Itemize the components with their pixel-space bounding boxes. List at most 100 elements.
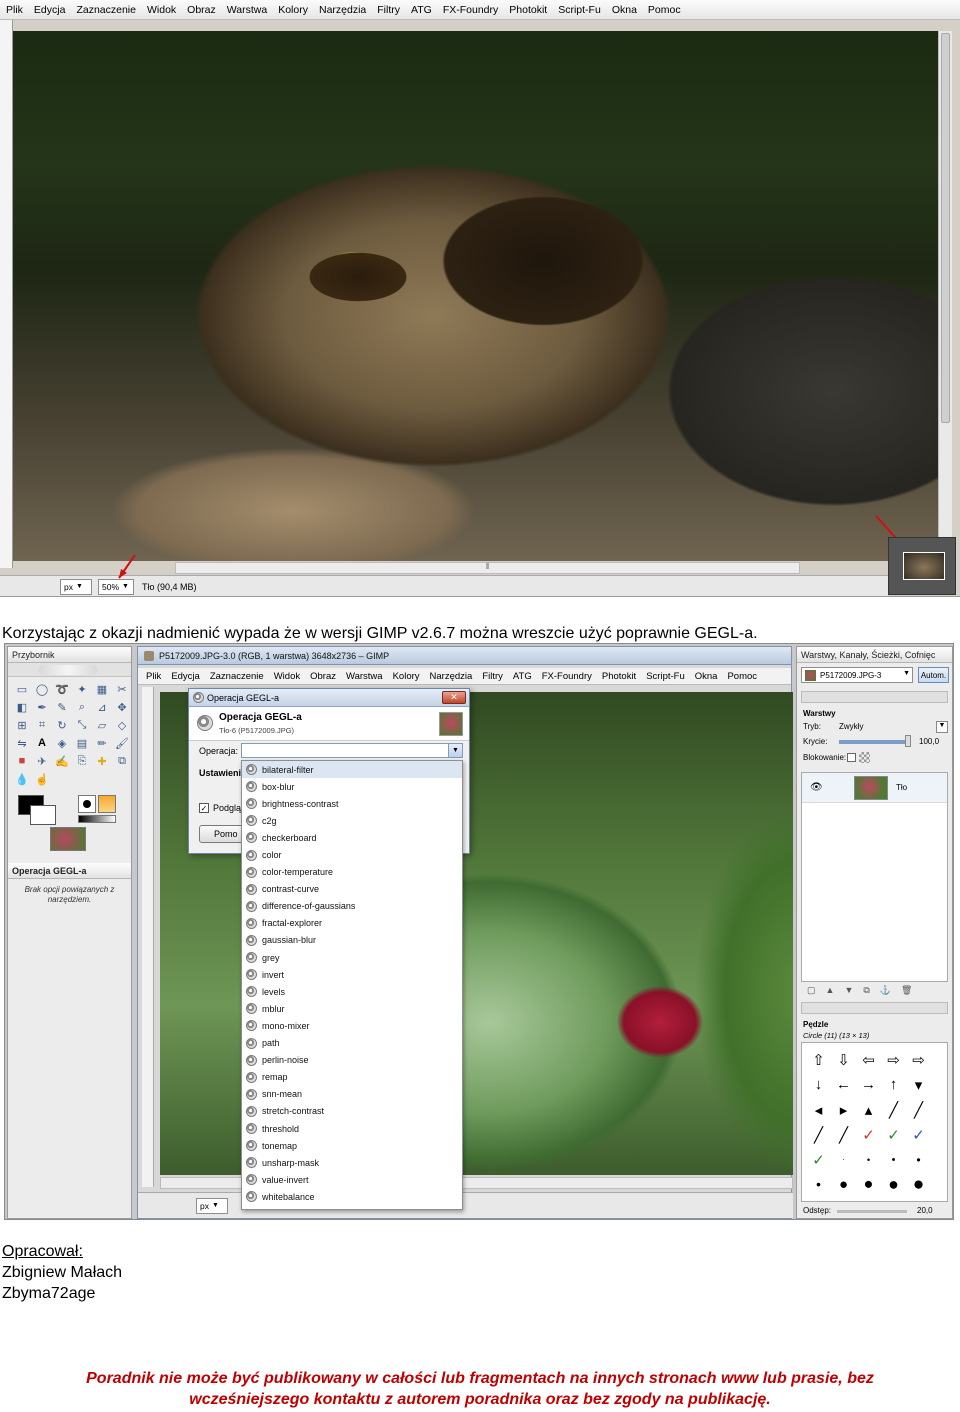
brush-icon[interactable]: ⇨ <box>881 1047 906 1072</box>
menu-item[interactable]: Filtry <box>377 4 400 16</box>
blur-icon[interactable]: 💧 <box>14 771 30 787</box>
scrollbar-thumb[interactable] <box>941 33 950 423</box>
eraser-icon[interactable]: ■ <box>14 753 30 769</box>
operation-item[interactable]: fractal-explorer <box>242 915 462 932</box>
menu-item[interactable]: Kolory <box>393 671 420 682</box>
menu-item[interactable]: Photokit <box>602 671 636 682</box>
operation-item[interactable]: threshold <box>242 1120 462 1137</box>
operation-item[interactable]: box-blur <box>242 778 462 795</box>
crop-icon[interactable]: ⌗ <box>34 717 50 733</box>
brush-icon[interactable]: ╱ <box>806 1122 831 1147</box>
ellipse-select-icon[interactable]: ◯ <box>34 681 50 697</box>
operation-item[interactable]: grey <box>242 949 462 966</box>
spacing-value[interactable]: 20,0 <box>917 1206 933 1215</box>
brush-icon[interactable]: ◂ <box>806 1097 831 1122</box>
menu-item[interactable]: Plik <box>6 4 23 16</box>
operation-item[interactable]: levels <box>242 983 462 1000</box>
zoom-icon[interactable]: ⌕ <box>74 699 90 715</box>
checkbox-checked-icon[interactable]: ✓ <box>199 803 209 813</box>
brush-icon[interactable]: ▴ <box>856 1097 881 1122</box>
operation-item[interactable]: color <box>242 846 462 863</box>
unit-select[interactable]: px ▼ <box>196 1197 228 1214</box>
brush-icon[interactable]: ↑ <box>881 1072 906 1097</box>
menu-item[interactable]: Pomoc <box>648 4 681 16</box>
menu-item[interactable]: Zaznaczenie <box>210 671 264 682</box>
wilber-drop-zone[interactable] <box>8 663 131 677</box>
color-picker-icon[interactable]: ✎ <box>54 699 70 715</box>
operation-item[interactable]: difference-of-gaussians <box>242 898 462 915</box>
auto-button[interactable]: Autom. <box>918 667 949 683</box>
menu-item[interactable]: Edycja <box>34 4 66 16</box>
brush-icon[interactable]: ✓ <box>881 1122 906 1147</box>
menu-item[interactable]: Kolory <box>278 4 308 16</box>
menu-item[interactable]: Filtry <box>482 671 503 682</box>
operation-item[interactable]: color-temperature <box>242 864 462 881</box>
background-color-swatch[interactable] <box>30 805 56 825</box>
operation-combo[interactable]: ▼ <box>241 743 463 758</box>
lock-alpha-checkbox[interactable] <box>847 753 856 762</box>
dock-tabs-lower[interactable] <box>801 1002 948 1014</box>
menu-item[interactable]: Widok <box>274 671 300 682</box>
operation-item[interactable]: snn-mean <box>242 1086 462 1103</box>
spacing-slider[interactable] <box>837 1210 907 1213</box>
menu-item[interactable]: FX-Foundry <box>542 671 592 682</box>
brush-icon[interactable]: • <box>881 1147 906 1172</box>
operation-item[interactable]: stretch-contrast <box>242 1103 462 1120</box>
duplicate-layer-icon[interactable]: ⧉ <box>863 985 869 996</box>
menu-bar[interactable]: Plik Edycja Zaznaczenie Widok Obraz Warstwa Ko… <box>138 668 791 685</box>
frog-photo-canvas[interactable] <box>13 31 938 561</box>
clone-icon[interactable]: ⎘ <box>74 753 90 769</box>
preview-checkbox[interactable]: ✓ Podglą <box>199 803 241 813</box>
ink-icon[interactable]: ✍ <box>54 753 70 769</box>
operation-item[interactable]: c2g <box>242 812 462 829</box>
menu-item[interactable]: Script-Fu <box>558 4 601 16</box>
operation-item[interactable]: checkerboard <box>242 829 462 846</box>
brush-icon[interactable]: ← <box>831 1072 856 1097</box>
operations-dropdown[interactable]: bilateral-filter box-blur brightness-contr… <box>241 760 463 1210</box>
menu-item[interactable]: Photokit <box>509 4 547 16</box>
scale-icon[interactable]: ⤡ <box>74 717 90 733</box>
perspective-icon[interactable]: ◇ <box>114 717 130 733</box>
raise-layer-icon[interactable]: ▲ <box>826 985 835 995</box>
opacity-slider-track[interactable] <box>839 740 909 744</box>
flip-icon[interactable]: ⇋ <box>14 735 30 751</box>
pattern-indicator[interactable] <box>98 795 116 813</box>
smudge-icon[interactable]: ☝ <box>34 771 50 787</box>
perspective-clone-icon[interactable]: ⧉ <box>114 753 130 769</box>
eye-icon[interactable]: 👁 <box>810 782 823 793</box>
operation-item[interactable]: bilateral-filter <box>242 761 462 779</box>
operation-item[interactable]: remap <box>242 1069 462 1086</box>
anchor-layer-icon[interactable]: ⚓ <box>880 985 891 996</box>
operation-item[interactable]: perlin-noise <box>242 1052 462 1069</box>
brush-icon[interactable]: ● <box>831 1172 856 1197</box>
menu-item[interactable]: Widok <box>147 4 176 16</box>
navigation-preview[interactable] <box>888 537 956 595</box>
brush-icon[interactable]: ⇨ <box>906 1047 931 1072</box>
brush-icon[interactable]: ✓ <box>806 1147 831 1172</box>
brush-icon[interactable]: ✓ <box>906 1122 931 1147</box>
opacity-slider-handle[interactable] <box>905 735 911 747</box>
mode-value[interactable]: Zwykły <box>839 722 863 731</box>
menu-bar[interactable]: Plik Edycja Zaznaczenie Widok Obraz Warstwa Ko… <box>0 0 960 20</box>
text-icon[interactable]: A <box>34 735 50 751</box>
menu-item[interactable]: Obraz <box>310 671 336 682</box>
operation-item[interactable]: unsharp-mask <box>242 1154 462 1171</box>
blend-icon[interactable]: ▤ <box>74 735 90 751</box>
operation-item[interactable]: mono-mixer <box>242 1017 462 1034</box>
brush-icon[interactable]: ▸ <box>831 1097 856 1122</box>
brush-icon[interactable]: ⇦ <box>856 1047 881 1072</box>
brush-icon[interactable]: • <box>806 1172 831 1197</box>
menu-item[interactable]: ATG <box>411 4 432 16</box>
brush-indicator[interactable] <box>78 795 96 813</box>
menu-item[interactable]: Okna <box>612 4 637 16</box>
vertical-ruler[interactable] <box>142 687 154 1187</box>
vertical-scrollbar[interactable] <box>938 31 952 561</box>
align-icon[interactable]: ⊞ <box>14 717 30 733</box>
brush-icon[interactable]: → <box>856 1072 881 1097</box>
heal-icon[interactable]: ✚ <box>94 753 110 769</box>
operation-item[interactable]: value-invert <box>242 1171 462 1188</box>
vertical-ruler[interactable] <box>0 20 13 568</box>
horizontal-scrollbar[interactable]: ⦀ <box>175 562 800 574</box>
active-image-thumbnail[interactable] <box>50 827 86 851</box>
navigation-thumbnail[interactable] <box>903 552 945 580</box>
